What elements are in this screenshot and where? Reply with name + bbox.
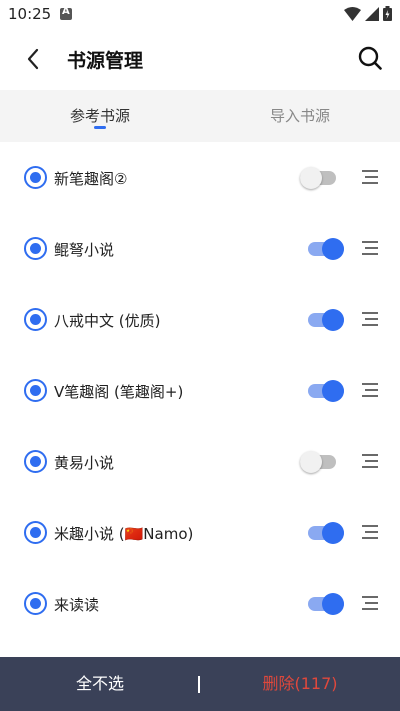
source-name: 新笔趣阁② <box>54 170 128 188</box>
select-radio[interactable] <box>24 521 47 544</box>
list-item[interactable]: 八戒中文 (优质) <box>0 284 400 355</box>
toggle-knob <box>322 238 344 260</box>
status-bar: 10:25 <box>0 0 400 30</box>
source-name: 黄易小说 <box>54 454 115 472</box>
source-name: 米趣小说 (🇨🇳Namo) <box>54 525 194 543</box>
source-name: 鲲弩小说 <box>54 241 115 259</box>
status-icons <box>344 6 392 21</box>
select-radio[interactable] <box>24 450 47 473</box>
list-item[interactable]: 新笔趣阁② <box>0 142 400 213</box>
source-tabs: 参考书源 导入书源 <box>0 90 400 142</box>
toggle-knob <box>322 380 344 402</box>
toggle-knob <box>300 167 322 189</box>
notification-icon <box>60 6 72 20</box>
select-radio[interactable] <box>24 237 47 260</box>
drag-handle-icon[interactable] <box>360 454 378 468</box>
drag-handle-icon[interactable] <box>360 383 378 397</box>
drag-handle-icon[interactable] <box>360 525 378 539</box>
drag-handle-icon[interactable] <box>360 312 378 326</box>
enable-toggle[interactable] <box>300 238 344 260</box>
enable-toggle[interactable] <box>300 167 338 189</box>
toggle-knob <box>300 451 322 473</box>
wifi-icon <box>344 6 361 21</box>
search-icon <box>358 46 382 70</box>
select-radio[interactable] <box>24 592 47 615</box>
status-time: 10:25 <box>8 5 52 23</box>
enable-toggle[interactable] <box>300 522 344 544</box>
drag-handle-icon[interactable] <box>360 241 378 255</box>
tab-import-sources[interactable]: 导入书源 <box>200 90 400 142</box>
list-item[interactable]: 来读读 <box>0 568 400 639</box>
deselect-all-button[interactable]: 全不选 <box>0 657 200 711</box>
source-name: V笔趣阁 (笔趣阁+) <box>54 383 184 401</box>
enable-toggle[interactable] <box>300 380 344 402</box>
chevron-left-icon <box>27 48 39 70</box>
select-radio[interactable] <box>24 166 47 189</box>
source-name: 八戒中文 (优质) <box>54 312 161 330</box>
enable-toggle[interactable] <box>300 593 344 615</box>
battery-icon <box>383 6 392 21</box>
search-button[interactable] <box>354 42 386 74</box>
enable-toggle[interactable] <box>300 451 338 473</box>
drag-handle-icon[interactable] <box>360 596 378 610</box>
list-item[interactable]: 鲲弩小说 <box>0 213 400 284</box>
page-title: 书源管理 <box>67 50 144 72</box>
list-item[interactable]: 黄易小说 <box>0 426 400 497</box>
source-list: 新笔趣阁② 鲲弩小说八戒中文 (优质) V笔趣阁 (笔趣阁+) 黄易小说米趣小说 (🇨… <box>0 142 400 639</box>
toggle-knob <box>322 522 344 544</box>
list-item[interactable]: 米趣小说 (🇨🇳Namo) <box>0 497 400 568</box>
toggle-knob <box>322 593 344 615</box>
signal-icon <box>365 6 379 21</box>
toggle-knob <box>322 309 344 331</box>
select-radio[interactable] <box>24 308 47 331</box>
list-item[interactable]: V笔趣阁 (笔趣阁+) <box>0 355 400 426</box>
back-button[interactable] <box>18 44 48 74</box>
delete-button[interactable]: 删除(117) <box>200 657 400 711</box>
drag-handle-icon[interactable] <box>360 170 378 184</box>
bottom-action-bar: 全不选 删除(117) <box>0 657 400 711</box>
select-radio[interactable] <box>24 379 47 402</box>
tab-reference-sources[interactable]: 参考书源 <box>0 90 200 142</box>
enable-toggle[interactable] <box>300 309 344 331</box>
active-tab-indicator <box>94 126 106 129</box>
nav-bar: 书源管理 <box>0 30 400 88</box>
source-name: 来读读 <box>54 596 100 614</box>
